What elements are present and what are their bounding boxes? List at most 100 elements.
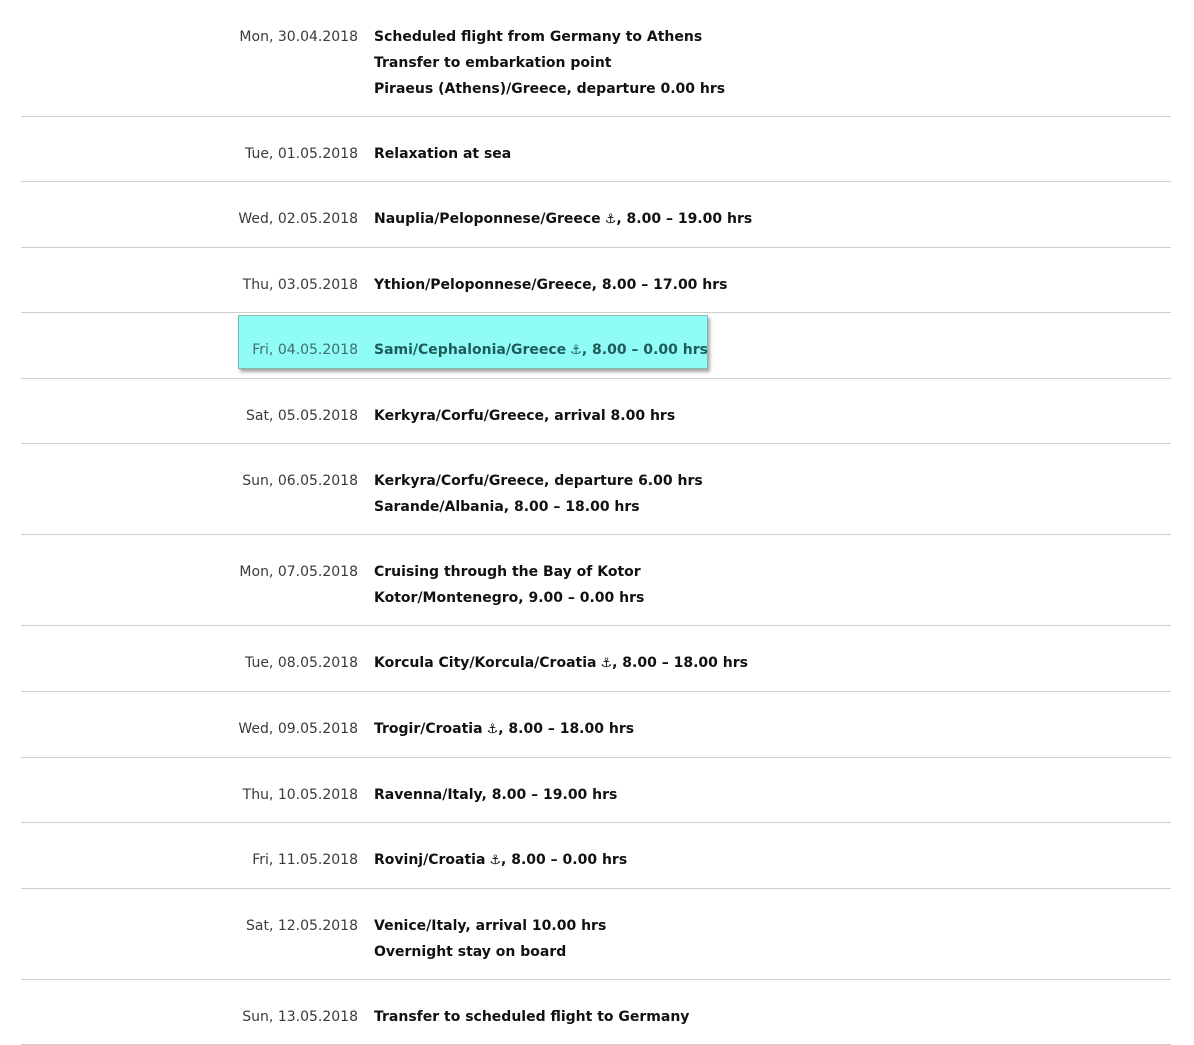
itinerary-date: Sun, 06.05.2018 bbox=[242, 473, 358, 489]
itinerary-detail-time: , 8.00 – 18.00 hrs bbox=[612, 655, 748, 671]
itinerary-row-content: Mon, 07.05.2018 Cruising through the Bay … bbox=[21, 559, 1171, 611]
anchor-icon: ⚓ bbox=[600, 656, 613, 671]
itinerary-detail-line: Trogir/Croatia ⚓, 8.00 – 18.00 hrs bbox=[374, 716, 634, 743]
itinerary-date: Thu, 10.05.2018 bbox=[242, 787, 358, 803]
itinerary-detail-line: Nauplia/Peloponnese/Greece ⚓, 8.00 – 19.0… bbox=[374, 206, 752, 233]
itinerary-detail-time: , 8.00 – 0.00 hrs bbox=[581, 342, 708, 358]
itinerary-detail-line: Korcula City/Korcula/Croatia ⚓, 8.00 – 18… bbox=[374, 650, 748, 677]
itinerary-detail-line: Transfer to embarkation point bbox=[374, 50, 725, 76]
itinerary-detail-line: Venice/Italy, arrival 10.00 hrs bbox=[374, 913, 606, 939]
itinerary-details: Scheduled flight from Germany to Athens T… bbox=[374, 24, 725, 102]
itinerary-details: Rovinj/Croatia ⚓, 8.00 – 0.00 hrs bbox=[374, 847, 627, 874]
anchor-icon: ⚓ bbox=[489, 853, 502, 868]
itinerary-details: Trogir/Croatia ⚓, 8.00 – 18.00 hrs bbox=[374, 716, 634, 743]
itinerary-details: Kerkyra/Corfu/Greece, departure 6.00 hrs… bbox=[374, 468, 703, 520]
itinerary-detail-text: Venice/Italy, arrival 10.00 hrs bbox=[374, 918, 607, 934]
itinerary-row-content: Thu, 03.05.2018 Ythion/Peloponnese/Greece… bbox=[21, 272, 1171, 298]
itinerary-date: Mon, 07.05.2018 bbox=[239, 564, 358, 580]
itinerary-detail-text: Overnight stay on board bbox=[374, 944, 567, 960]
itinerary-details: Ythion/Peloponnese/Greece, 8.00 – 17.00 … bbox=[374, 272, 728, 298]
itinerary-row-content: Tue, 01.05.2018 Relaxation at sea bbox=[21, 141, 1171, 167]
itinerary-detail-line: Scheduled flight from Germany to Athens bbox=[374, 24, 725, 50]
itinerary-details: Kerkyra/Corfu/Greece, arrival 8.00 hrs bbox=[374, 403, 675, 429]
itinerary-row-content: Fri, 11.05.2018 Rovinj/Croatia ⚓, 8.00 – 0… bbox=[21, 847, 1171, 874]
itinerary-details: Venice/Italy, arrival 10.00 hrs Overnight… bbox=[374, 913, 606, 965]
itinerary-detail-text: Transfer to embarkation point bbox=[374, 55, 612, 71]
itinerary-detail-line: Kerkyra/Corfu/Greece, arrival 8.00 hrs bbox=[374, 403, 675, 429]
itinerary-row: Tue, 08.05.2018 Korcula City/Korcula/Croa… bbox=[21, 626, 1171, 692]
itinerary-row-content: Wed, 02.05.2018 Nauplia/Peloponnese/Greec… bbox=[21, 206, 1171, 233]
itinerary-row: Fri, 11.05.2018 Rovinj/Croatia ⚓, 8.00 – 0… bbox=[21, 823, 1171, 889]
itinerary-detail-line: Sami/Cephalonia/Greece ⚓, 8.00 – 0.00 hrs bbox=[374, 337, 708, 364]
itinerary-row: Tue, 01.05.2018 Relaxation at sea bbox=[21, 117, 1171, 182]
itinerary-detail-text: Kerkyra/Corfu/Greece, departure 6.00 hrs bbox=[374, 473, 703, 489]
itinerary-date: Sun, 13.05.2018 bbox=[242, 1009, 358, 1025]
itinerary-detail-time: , 8.00 – 19.00 hrs bbox=[616, 211, 753, 227]
itinerary-date: Mon, 30.04.2018 bbox=[239, 29, 358, 45]
itinerary-row-content: Thu, 10.05.2018 Ravenna/Italy, 8.00 – 19.… bbox=[21, 782, 1171, 808]
itinerary-details: Nauplia/Peloponnese/Greece ⚓, 8.00 – 19.0… bbox=[374, 206, 752, 233]
itinerary-date: Thu, 03.05.2018 bbox=[242, 277, 358, 293]
itinerary-detail-text: Ythion/Peloponnese/Greece, 8.00 – 17.00 … bbox=[374, 277, 728, 293]
itinerary-row: Mon, 07.05.2018 Cruising through the Bay … bbox=[21, 535, 1171, 626]
anchor-icon: ⚓ bbox=[604, 212, 617, 227]
itinerary-date: Tue, 08.05.2018 bbox=[245, 655, 358, 671]
itinerary-detail-text: Trogir/Croatia bbox=[374, 721, 483, 737]
itinerary-date: Wed, 02.05.2018 bbox=[238, 211, 358, 227]
itinerary-details: Sami/Cephalonia/Greece ⚓, 8.00 – 0.00 hrs bbox=[374, 337, 708, 364]
itinerary-details: Relaxation at sea bbox=[374, 141, 511, 167]
itinerary-detail-line: Transfer to scheduled flight to Germany bbox=[374, 1004, 689, 1030]
itinerary-detail-line: Ravenna/Italy, 8.00 – 19.00 hrs bbox=[374, 782, 617, 808]
itinerary-details: Cruising through the Bay of Kotor Kotor/M… bbox=[374, 559, 644, 611]
itinerary-detail-line: Kotor/Montenegro, 9.00 – 0.00 hrs bbox=[374, 585, 644, 611]
itinerary-date: Fri, 04.05.2018 bbox=[252, 342, 358, 358]
itinerary-details: Ravenna/Italy, 8.00 – 19.00 hrs bbox=[374, 782, 617, 808]
itinerary-date: Tue, 01.05.2018 bbox=[245, 146, 358, 162]
itinerary-detail-text: Kotor/Montenegro, 9.00 – 0.00 hrs bbox=[374, 590, 645, 606]
itinerary-detail-time: , 8.00 – 0.00 hrs bbox=[501, 852, 628, 868]
itinerary-detail-text: Scheduled flight from Germany to Athens bbox=[374, 29, 703, 45]
itinerary-list: Mon, 30.04.2018 Scheduled flight from Ger… bbox=[21, 0, 1171, 1045]
itinerary-detail-text: Sami/Cephalonia/Greece bbox=[374, 342, 567, 358]
anchor-icon: ⚓ bbox=[486, 722, 499, 737]
itinerary-detail-line: Rovinj/Croatia ⚓, 8.00 – 0.00 hrs bbox=[374, 847, 627, 874]
anchor-icon: ⚓ bbox=[570, 343, 582, 358]
itinerary-row-highlighted: Fri, 04.05.2018 Sami/Cephalonia/Greece ⚓, … bbox=[21, 313, 1171, 379]
itinerary-detail-text: Relaxation at sea bbox=[374, 146, 512, 162]
itinerary-date: Wed, 09.05.2018 bbox=[238, 721, 358, 737]
itinerary-row-content: Sun, 13.05.2018 Transfer to scheduled fli… bbox=[21, 1004, 1171, 1030]
itinerary-detail-line: Relaxation at sea bbox=[374, 141, 511, 167]
itinerary-detail-line: Sarande/Albania, 8.00 – 18.00 hrs bbox=[374, 494, 703, 520]
itinerary-details: Korcula City/Korcula/Croatia ⚓, 8.00 – 18… bbox=[374, 650, 748, 677]
itinerary-row-content: Wed, 09.05.2018 Trogir/Croatia ⚓, 8.00 – 1… bbox=[21, 716, 1171, 743]
itinerary-detail-text: Piraeus (Athens)/Greece, departure 0.00 … bbox=[374, 81, 726, 97]
itinerary-detail-text: Korcula City/Korcula/Croatia bbox=[374, 655, 597, 671]
itinerary-detail-text: Cruising through the Bay of Kotor bbox=[374, 564, 641, 580]
itinerary-detail-text: Rovinj/Croatia bbox=[374, 852, 486, 868]
itinerary-row-content: Fri, 04.05.2018 Sami/Cephalonia/Greece ⚓, … bbox=[21, 315, 1171, 369]
itinerary-row-content: Mon, 30.04.2018 Scheduled flight from Ger… bbox=[21, 24, 1171, 102]
itinerary-detail-text: Nauplia/Peloponnese/Greece bbox=[374, 211, 601, 227]
itinerary-row: Thu, 03.05.2018 Ythion/Peloponnese/Greece… bbox=[21, 248, 1171, 313]
itinerary-detail-line: Kerkyra/Corfu/Greece, departure 6.00 hrs bbox=[374, 468, 703, 494]
itinerary-detail-text: Sarande/Albania, 8.00 – 18.00 hrs bbox=[374, 499, 640, 515]
itinerary-detail-text: Transfer to scheduled flight to Germany bbox=[374, 1009, 690, 1025]
itinerary-row: Mon, 30.04.2018 Scheduled flight from Ger… bbox=[21, 0, 1171, 117]
itinerary-row-content: Tue, 08.05.2018 Korcula City/Korcula/Croa… bbox=[21, 650, 1171, 677]
itinerary-row-content: Sat, 05.05.2018 Kerkyra/Corfu/Greece, arr… bbox=[21, 403, 1171, 429]
itinerary-row-content: Sun, 06.05.2018 Kerkyra/Corfu/Greece, dep… bbox=[21, 468, 1171, 520]
itinerary-row: Sat, 12.05.2018 Venice/Italy, arrival 10.… bbox=[21, 889, 1171, 980]
itinerary-row: Sun, 06.05.2018 Kerkyra/Corfu/Greece, dep… bbox=[21, 444, 1171, 535]
itinerary-date: Fri, 11.05.2018 bbox=[252, 852, 358, 868]
itinerary-detail-text: Kerkyra/Corfu/Greece, arrival 8.00 hrs bbox=[374, 408, 676, 424]
itinerary-row: Sat, 05.05.2018 Kerkyra/Corfu/Greece, arr… bbox=[21, 379, 1171, 444]
itinerary-detail-text: Ravenna/Italy, 8.00 – 19.00 hrs bbox=[374, 787, 618, 803]
itinerary-row: Thu, 10.05.2018 Ravenna/Italy, 8.00 – 19.… bbox=[21, 758, 1171, 823]
itinerary-detail-line: Ythion/Peloponnese/Greece, 8.00 – 17.00 … bbox=[374, 272, 728, 298]
itinerary-row-content: Sat, 12.05.2018 Venice/Italy, arrival 10.… bbox=[21, 913, 1171, 965]
itinerary-date: Sat, 05.05.2018 bbox=[245, 408, 358, 424]
itinerary-detail-line: Overnight stay on board bbox=[374, 939, 606, 965]
itinerary-row: Wed, 02.05.2018 Nauplia/Peloponnese/Greec… bbox=[21, 182, 1171, 248]
itinerary-row: Wed, 09.05.2018 Trogir/Croatia ⚓, 8.00 – 1… bbox=[21, 692, 1171, 758]
itinerary-details: Transfer to scheduled flight to Germany bbox=[374, 1004, 689, 1030]
